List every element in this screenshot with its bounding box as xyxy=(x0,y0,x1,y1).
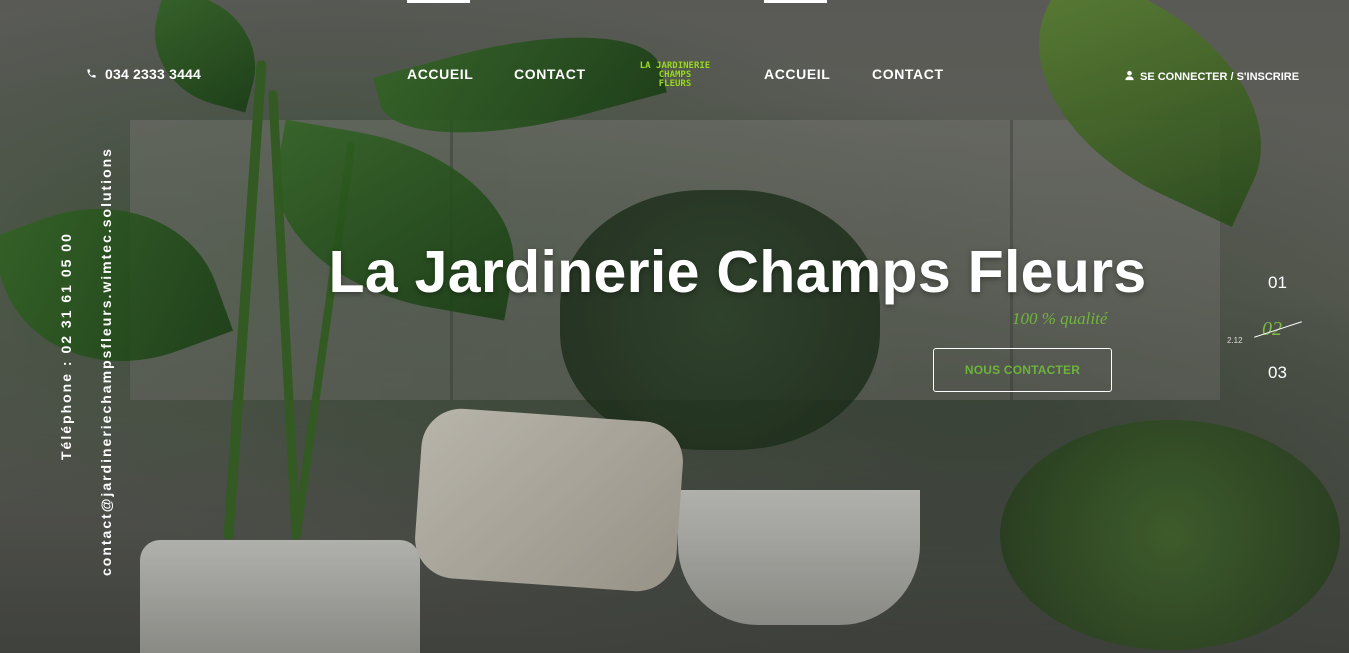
phone-icon xyxy=(86,66,97,82)
header-phone-number: 034 2333 3444 xyxy=(105,66,202,82)
contact-button[interactable]: NOUS CONTACTER xyxy=(933,348,1112,392)
slider-dot-01[interactable]: 01 xyxy=(1268,273,1287,293)
hero-title: La Jardinerie Champs Fleurs xyxy=(328,239,1147,305)
slider-dot-03[interactable]: 03 xyxy=(1268,363,1287,383)
user-icon xyxy=(1124,70,1135,84)
logo-line-3: FLEURS xyxy=(658,79,692,89)
hero-background xyxy=(0,0,1349,653)
header-phone[interactable]: 034 2333 3444 xyxy=(86,66,201,82)
nav-active-indicator xyxy=(407,0,470,3)
slider-mini-label: 2.12 xyxy=(1227,336,1243,345)
nav-link-accueil-right[interactable]: ACCUEIL xyxy=(764,66,830,82)
nav-active-indicator-right xyxy=(764,0,827,3)
nav-link-contact[interactable]: CONTACT xyxy=(514,66,586,82)
nav-link-contact-right[interactable]: CONTACT xyxy=(872,66,944,82)
nav-link-accueil[interactable]: ACCUEIL xyxy=(407,66,473,82)
hero-subtitle: 100 % qualité xyxy=(1012,309,1108,328)
side-email[interactable]: contact@jardineriechampsfleurs.wimtec.so… xyxy=(98,147,114,576)
login-label: SE CONNECTER / S'INSCRIRE xyxy=(1140,71,1300,83)
site-logo[interactable]: LA JARDINERIE CHAMPS FLEURS xyxy=(628,62,722,89)
login-link[interactable]: SE CONNECTER / S'INSCRIRE xyxy=(1124,70,1299,84)
